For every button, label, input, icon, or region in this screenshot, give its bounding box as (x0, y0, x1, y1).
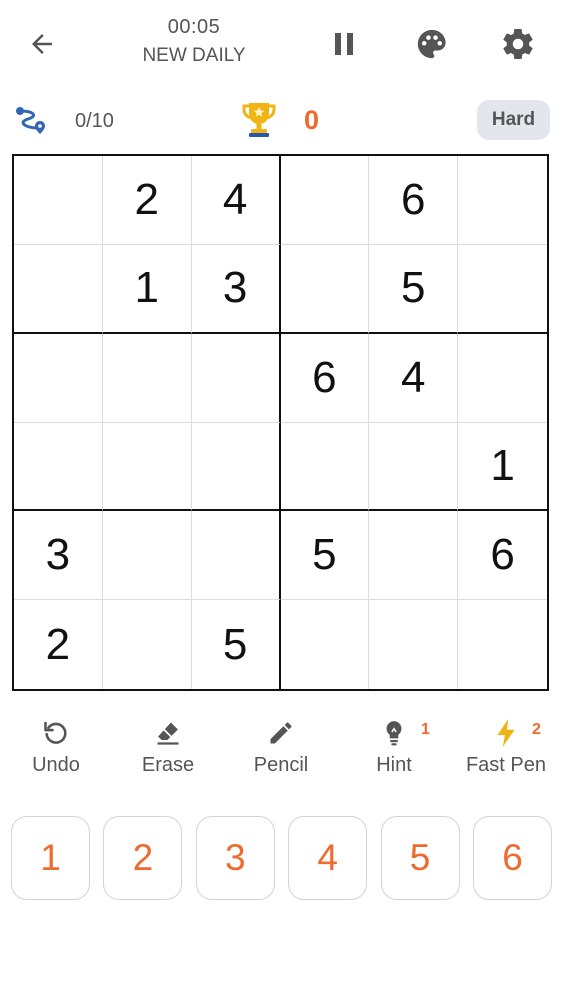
board-cell[interactable] (191, 422, 281, 512)
fast-pen-label: Fast Pen (465, 754, 547, 776)
number-key-2[interactable]: 2 (103, 816, 183, 900)
board-cell[interactable]: 1 (458, 423, 547, 512)
number-key-5[interactable]: 5 (380, 816, 460, 900)
trophy-icon (242, 103, 276, 137)
progress-counter: 0/10 (75, 110, 114, 132)
board-cell[interactable]: 1 (102, 244, 192, 334)
board-cell[interactable]: 2 (14, 600, 103, 689)
lightbulb-icon (386, 721, 402, 746)
board-cell[interactable]: 6 (458, 511, 547, 601)
pencil-button[interactable]: Pencil (226, 712, 336, 782)
board-cell[interactable]: 4 (369, 333, 459, 423)
board-cell[interactable] (280, 422, 370, 512)
board-cell[interactable] (191, 333, 281, 423)
board-cell[interactable] (102, 511, 192, 601)
board-cell[interactable] (458, 600, 547, 689)
theme-button[interactable] (412, 24, 452, 64)
sudoku-board: 24613564135625 (12, 154, 549, 691)
board-cell[interactable]: 4 (191, 156, 281, 245)
hint-label: Hint (376, 754, 412, 776)
eraser-icon (157, 722, 179, 745)
number-key-1[interactable]: 1 (11, 816, 90, 900)
undo-button[interactable]: Undo (1, 712, 111, 782)
board-cell[interactable] (14, 156, 103, 245)
route-progress-icon (16, 107, 45, 134)
status-bar: 0/10 0 Hard (0, 96, 563, 146)
board-cell[interactable] (280, 244, 370, 334)
title-block: 00:05 NEW DAILY (120, 16, 268, 67)
game-mode-label: NEW DAILY (142, 45, 246, 66)
board-cell[interactable]: 5 (192, 600, 281, 689)
top-bar: 00:05 NEW DAILY (0, 0, 563, 90)
fast-pen-count-badge: 2 (532, 721, 541, 738)
pencil-label: Pencil (253, 754, 309, 776)
board-cell[interactable]: 6 (280, 333, 370, 423)
board-cell[interactable]: 3 (191, 244, 281, 334)
settings-button[interactable] (498, 24, 538, 64)
board-cell[interactable]: 2 (102, 156, 192, 245)
board-cell[interactable]: 5 (369, 244, 459, 334)
fast-pen-button[interactable]: 2 Fast Pen (451, 712, 561, 782)
back-button[interactable] (22, 26, 62, 62)
pause-button[interactable] (326, 26, 362, 62)
board-cell[interactable] (369, 511, 459, 601)
arrow-left-icon (32, 34, 52, 54)
difficulty-badge[interactable]: Hard (477, 100, 550, 140)
number-key-3[interactable]: 3 (195, 816, 275, 900)
board-cell[interactable] (369, 600, 459, 689)
board-cell[interactable] (102, 333, 192, 423)
undo-icon (44, 721, 67, 744)
board-cell[interactable] (14, 244, 103, 334)
hint-button[interactable]: 1 Hint (339, 712, 449, 782)
number-pad: 123456 (11, 816, 552, 900)
board-cell[interactable] (191, 511, 281, 601)
board-cell[interactable] (281, 600, 370, 689)
board-cell[interactable] (369, 422, 459, 512)
board-cell[interactable] (102, 422, 192, 512)
timer: 00:05 (167, 16, 221, 38)
board-cell[interactable]: 3 (14, 511, 103, 601)
number-key-4[interactable]: 4 (288, 816, 368, 900)
erase-label: Erase (141, 754, 195, 776)
board-cell[interactable] (280, 156, 370, 245)
tool-bar: Undo Erase Pencil 1 Hint 2 Fast Pen (0, 712, 563, 782)
board-cell[interactable] (458, 245, 547, 334)
board-cell[interactable] (458, 156, 547, 245)
gear-icon (503, 29, 533, 60)
board-cell[interactable] (14, 422, 103, 512)
score-value: 0 (304, 105, 320, 135)
lightning-icon (497, 719, 515, 747)
board-cell[interactable] (103, 600, 192, 689)
board-cell[interactable] (14, 333, 103, 423)
board-cell[interactable]: 6 (369, 156, 459, 245)
hint-count-badge: 1 (421, 721, 430, 738)
board-cell[interactable]: 5 (280, 511, 370, 601)
undo-label: Undo (32, 754, 80, 776)
board-cell[interactable] (458, 334, 547, 423)
palette-icon (417, 29, 446, 59)
pencil-icon (270, 722, 292, 744)
erase-button[interactable]: Erase (113, 712, 223, 782)
number-key-6[interactable]: 6 (473, 816, 552, 900)
pause-icon (335, 33, 353, 55)
